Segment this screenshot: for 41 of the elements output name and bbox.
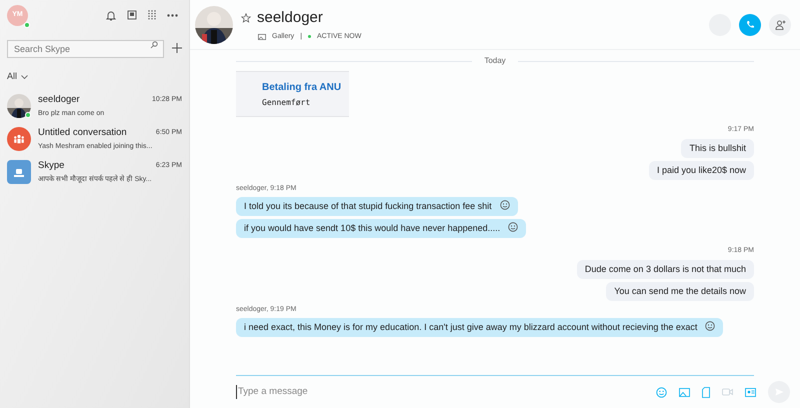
chevron-down-icon [21,74,28,79]
add-contact-button[interactable] [769,14,791,36]
gallery-icon [258,34,266,40]
plus-icon[interactable] [172,43,182,53]
message-bubble[interactable]: This is bullshit [681,138,754,158]
payment-status: Gennemført [262,96,312,108]
date-divider-label: Today [484,55,506,67]
message-text: i need exact, this Money is for my education. I can't just give away my blizzard account without recieving the exact [244,321,698,334]
star-icon[interactable] [241,13,251,24]
chat-title: seeldoger [257,8,323,28]
contact-card-icon[interactable] [127,10,137,20]
filter-dropdown[interactable]: All [0,70,36,84]
message-text: This is bullshit [689,142,746,154]
search-field[interactable]: Search Skype [7,40,164,58]
add-person-icon [774,20,786,30]
message-field[interactable]: Type a message [236,384,644,400]
message-text: if you would have sendt 10$ this would have never happened..... [244,222,500,235]
payment-title: Betaling fra ANU [262,80,342,94]
message-text: I paid you like20$ now [656,164,746,176]
smiley-icon[interactable] [500,200,510,210]
smiley-icon[interactable] [705,321,716,331]
more-icon[interactable] [167,14,178,16]
message-text: You can send me the details now [614,284,746,298]
message-bubble[interactable]: i need exact, this Money is for my education. I can't just give away my blizzard account without recieving the exact [236,318,724,337]
message-text: Dude come on 3 dollars is not that much [584,262,746,276]
message-bubble[interactable]: You can send me the details now [606,282,754,300]
conversation-name: Untitled conversation [38,126,127,140]
conversation-name: seeldoger [38,92,80,107]
conversation-name: Skype [38,158,64,173]
message-bubble[interactable]: I told you its because of that stupid fucking transaction fee shit [236,197,518,216]
message-bubble[interactable]: if you would have sendt 10$ this would have never happened..... [236,219,526,238]
smiley-icon[interactable] [508,222,518,232]
dialpad-icon[interactable] [148,10,156,20]
search-icon [150,41,158,49]
message-bubble[interactable]: I paid you like20$ now [648,160,754,180]
message-bubble[interactable]: Dude come on 3 dollars is not that much [576,260,754,278]
payment-card[interactable]: Betaling fra ANU Gennemført [236,71,350,117]
group-icon [13,134,25,144]
message-text: I told you its because of that stupid fucking transaction fee shit [244,200,492,213]
bell-icon[interactable] [106,10,116,20]
phone-icon [746,20,754,29]
